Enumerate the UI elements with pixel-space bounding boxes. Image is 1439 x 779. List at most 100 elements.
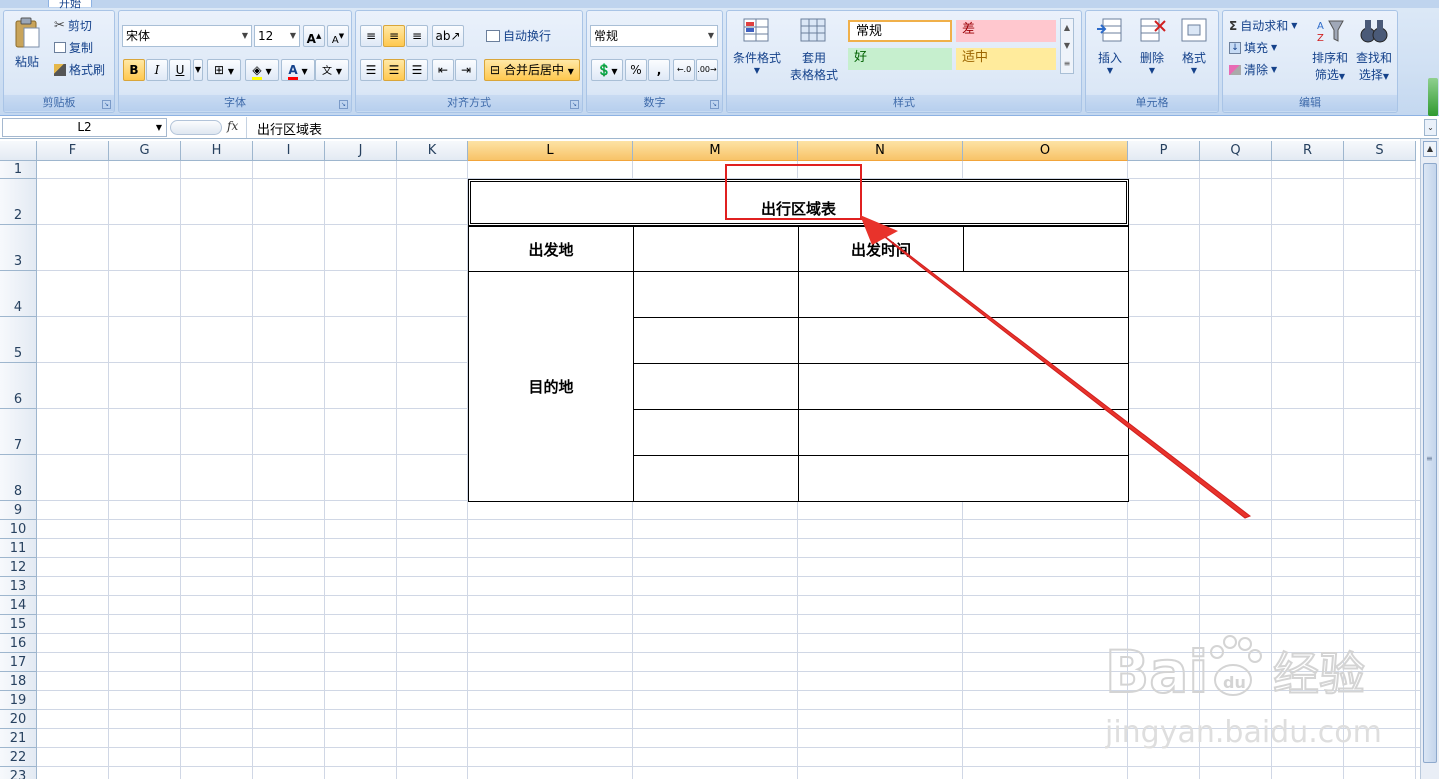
insert-function-icon[interactable]: fx: [227, 119, 238, 133]
copy-button[interactable]: 复制: [54, 39, 93, 56]
grow-font-button[interactable]: A▲: [303, 25, 325, 47]
column-header-M[interactable]: M: [633, 141, 798, 161]
destination-sub-cell[interactable]: [633, 363, 799, 410]
format-painter-button[interactable]: 格式刷: [54, 61, 105, 78]
row-header-10[interactable]: 10: [0, 520, 37, 539]
align-center-button[interactable]: ☰: [383, 59, 405, 81]
style-normal[interactable]: 常规: [848, 20, 952, 42]
percent-button[interactable]: %: [625, 59, 647, 81]
row-header-1[interactable]: 1: [0, 161, 37, 179]
format-cells-button[interactable]: 格式 ▼: [1174, 17, 1214, 75]
row-header-20[interactable]: 20: [0, 710, 37, 729]
number-format-select[interactable]: 常规 ▼: [590, 25, 718, 47]
format-as-table-button[interactable]: 套用 表格格式: [785, 17, 843, 83]
destination-detail-cell[interactable]: [798, 363, 1129, 410]
autosum-button[interactable]: Σ 自动求和 ▼: [1229, 17, 1297, 34]
row-header-2[interactable]: 2: [0, 179, 37, 225]
underline-button[interactable]: U: [169, 59, 191, 81]
row-header-6[interactable]: 6: [0, 363, 37, 409]
name-box-dropdown-icon[interactable]: ▼: [156, 119, 162, 136]
row-header-19[interactable]: 19: [0, 691, 37, 710]
column-header-R[interactable]: R: [1272, 141, 1344, 161]
clear-button[interactable]: 清除 ▼: [1229, 61, 1277, 78]
row-header-13[interactable]: 13: [0, 577, 37, 596]
clipboard-launcher-icon[interactable]: ↘: [102, 100, 111, 109]
font-launcher-icon[interactable]: ↘: [339, 100, 348, 109]
row-header-16[interactable]: 16: [0, 634, 37, 653]
style-neutral[interactable]: 适中: [956, 48, 1056, 70]
vertical-scrollbar[interactable]: ▲ ≡: [1420, 139, 1439, 779]
destination-detail-cell[interactable]: [798, 455, 1129, 502]
row-header-5[interactable]: 5: [0, 317, 37, 363]
comma-button[interactable]: ,: [648, 59, 670, 81]
style-good[interactable]: 好: [848, 48, 952, 70]
orientation-button[interactable]: ab↗: [432, 25, 464, 47]
align-bottom-button[interactable]: ≡: [406, 25, 428, 47]
column-header-Q[interactable]: Q: [1200, 141, 1272, 161]
sort-filter-button[interactable]: AZ 排序和 筛选▼: [1309, 17, 1351, 83]
increase-indent-button[interactable]: ⇥: [455, 59, 477, 81]
destination-detail-cell[interactable]: [798, 271, 1129, 318]
number-launcher-icon[interactable]: ↘: [710, 100, 719, 109]
row-header-21[interactable]: 21: [0, 729, 37, 748]
decrease-decimal-button[interactable]: .00→: [696, 59, 718, 81]
cut-button[interactable]: ✂ 剪切: [54, 17, 92, 34]
select-all-corner[interactable]: [0, 141, 37, 161]
row-header-22[interactable]: 22: [0, 748, 37, 767]
row-header-8[interactable]: 8: [0, 455, 37, 501]
bold-button[interactable]: B: [123, 59, 145, 81]
departure-label-cell[interactable]: 出发地: [468, 226, 634, 272]
row-header-12[interactable]: 12: [0, 558, 37, 577]
formula-input[interactable]: 出行区域表: [257, 119, 322, 138]
name-box[interactable]: L2 ▼: [2, 118, 167, 137]
style-bad[interactable]: 差: [956, 20, 1056, 42]
column-header-F[interactable]: F: [37, 141, 109, 161]
row-header-11[interactable]: 11: [0, 539, 37, 558]
conditional-format-button[interactable]: 条件格式 ▼: [731, 17, 783, 75]
destination-sub-cell[interactable]: [633, 271, 799, 318]
paste-button[interactable]: 粘贴: [10, 17, 44, 70]
column-header-G[interactable]: G: [109, 141, 181, 161]
row-header-15[interactable]: 15: [0, 615, 37, 634]
worksheet-grid[interactable]: FGHIJKLMNOPQRS 1 2 3 4 5 6 7 8 9 10 11 12 13 14 15 16 17…: [0, 141, 1420, 779]
expand-formula-bar-icon[interactable]: ⌄: [1424, 119, 1437, 136]
align-right-button[interactable]: ☰: [406, 59, 428, 81]
departure-time-value-cell[interactable]: [963, 226, 1129, 272]
destination-sub-cell[interactable]: [633, 409, 799, 456]
departure-value-cell[interactable]: [633, 226, 799, 272]
font-name-select[interactable]: 宋体 ▼: [122, 25, 252, 47]
column-header-S[interactable]: S: [1344, 141, 1416, 161]
fill-color-button[interactable]: ◈ ▼: [245, 59, 279, 81]
destination-label-cell[interactable]: 目的地: [468, 271, 634, 502]
scroll-thumb[interactable]: ≡: [1423, 163, 1437, 763]
row-header-23[interactable]: 23: [0, 767, 37, 779]
row-header-7[interactable]: 7: [0, 409, 37, 455]
row-header-4[interactable]: 4: [0, 271, 37, 317]
borders-button[interactable]: ⊞ ▼: [207, 59, 241, 81]
align-top-button[interactable]: ≡: [360, 25, 382, 47]
alignment-launcher-icon[interactable]: ↘: [570, 100, 579, 109]
decrease-indent-button[interactable]: ⇤: [432, 59, 454, 81]
find-select-button[interactable]: 查找和 选择▼: [1353, 17, 1395, 83]
row-header-18[interactable]: 18: [0, 672, 37, 691]
insert-cells-button[interactable]: 插入 ▼: [1090, 17, 1130, 75]
tab-home[interactable]: 开始: [48, 0, 92, 10]
font-color-button[interactable]: A ▼: [281, 59, 315, 81]
departure-time-label-cell[interactable]: 出发时间: [798, 226, 964, 272]
destination-sub-cell[interactable]: [633, 455, 799, 502]
align-middle-button[interactable]: ≡: [383, 25, 405, 47]
phonetic-button[interactable]: 文 ▼: [315, 59, 349, 81]
merge-center-button[interactable]: ⊟ 合并后居中 ▼: [484, 59, 580, 81]
currency-button[interactable]: 💲▼: [591, 59, 623, 81]
delete-cells-button[interactable]: 删除 ▼: [1132, 17, 1172, 75]
row-header-14[interactable]: 14: [0, 596, 37, 615]
row-header-9[interactable]: 9: [0, 501, 37, 520]
destination-sub-cell[interactable]: [633, 317, 799, 364]
shrink-font-button[interactable]: A▼: [327, 25, 349, 47]
column-header-H[interactable]: H: [181, 141, 253, 161]
increase-decimal-button[interactable]: ←.0: [673, 59, 695, 81]
styles-gallery-scroll[interactable]: ▲ ▼ ≡: [1060, 18, 1074, 74]
destination-detail-cell[interactable]: [798, 409, 1129, 456]
column-header-O[interactable]: O: [963, 141, 1128, 161]
column-header-J[interactable]: J: [325, 141, 397, 161]
